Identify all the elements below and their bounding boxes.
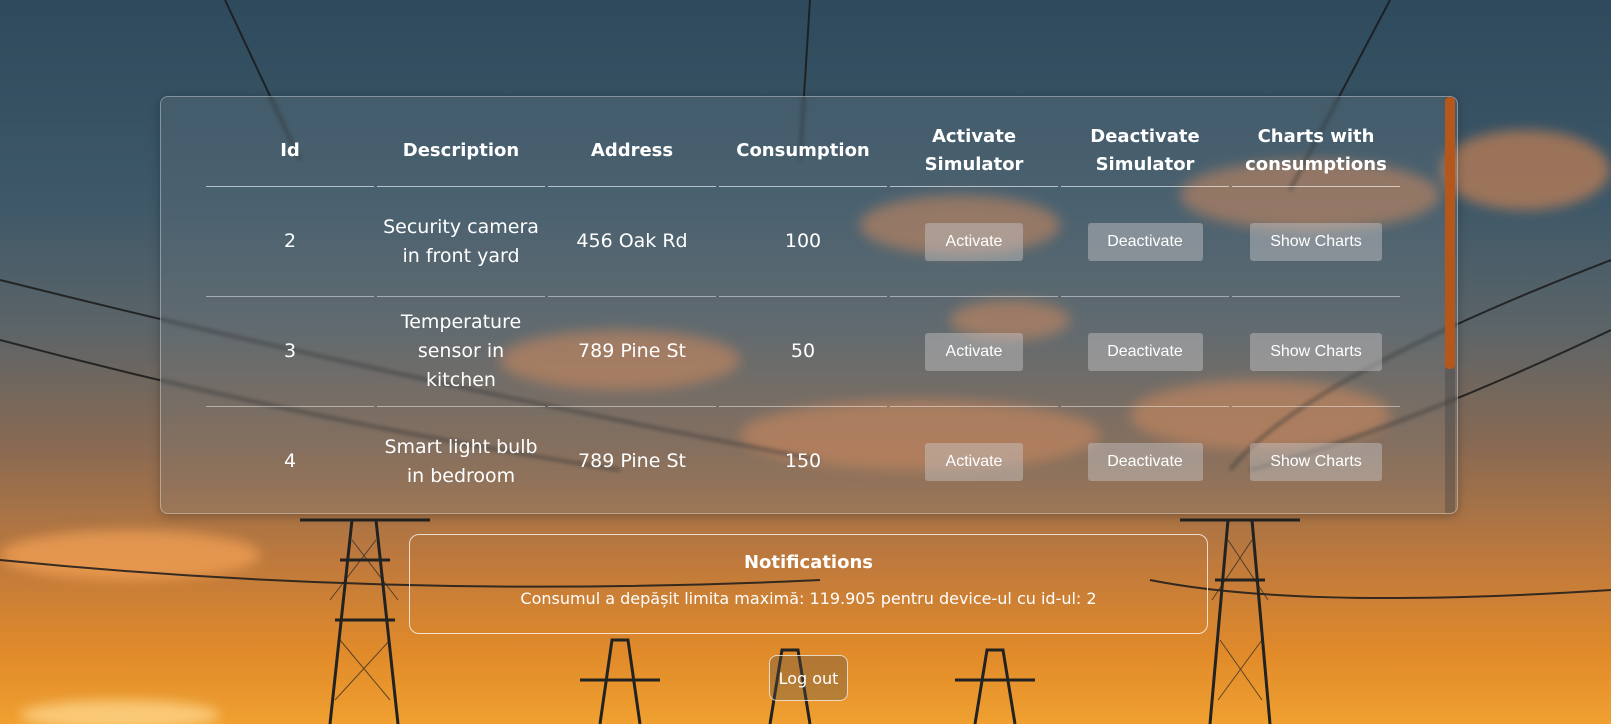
cell-description: Temperature sensor in kitchen [377,297,545,407]
deactivate-button[interactable]: Deactivate [1087,222,1203,261]
logout-button[interactable]: Log out [769,655,848,701]
header-deactivate-simulator: Deactivate Simulator [1061,115,1229,187]
cell-activate: Activate [890,407,1058,513]
devices-table-panel: Id Description Address Consumption Activ… [160,96,1458,514]
header-charts: Charts with consumptions [1232,115,1400,187]
header-deactivate-line2: Simulator [1095,153,1195,175]
cell-consumption: 150 [719,407,887,513]
header-charts-line2: consumptions [1245,153,1387,175]
cell-charts: Show Charts [1232,187,1400,297]
header-activate-line1: Activate [931,125,1017,147]
header-consumption: Consumption [719,115,887,187]
cell-consumption: 100 [719,187,887,297]
notifications-title: Notifications [743,552,874,573]
cell-id: 4 [206,407,374,513]
notifications-panel: Notifications Consumul a depășit limita … [409,534,1208,634]
header-address: Address [548,115,716,187]
cell-deactivate: Deactivate [1061,187,1229,297]
show-charts-button[interactable]: Show Charts [1250,442,1382,481]
cell-address: 789 Pine St [548,407,716,513]
cell-deactivate: Deactivate [1061,407,1229,513]
header-deactivate-line1: Deactivate [1090,125,1200,147]
activate-button[interactable]: Activate [925,442,1023,481]
cell-description: Smart light bulb in bedroom [377,407,545,513]
devices-table: Id Description Address Consumption Activ… [203,115,1403,513]
cell-description: Security camera in front yard [377,187,545,297]
cell-address: 789 Pine St [548,297,716,407]
header-description: Description [377,115,545,187]
show-charts-button[interactable]: Show Charts [1250,222,1382,261]
header-activate-simulator: Activate Simulator [890,115,1058,187]
activate-button[interactable]: Activate [925,332,1023,371]
table-header-row: Id Description Address Consumption Activ… [206,115,1400,187]
activate-button[interactable]: Activate [925,222,1023,261]
table-scrollbar[interactable] [1445,97,1455,513]
cell-address: 456 Oak Rd [548,187,716,297]
cell-charts: Show Charts [1232,407,1400,513]
header-activate-line2: Simulator [924,153,1024,175]
notification-message: Consumul a depășit limita maximă: 119.90… [520,589,1097,608]
cell-activate: Activate [890,297,1058,407]
table-row: 4 Smart light bulb in bedroom 789 Pine S… [206,407,1400,513]
header-charts-line1: Charts with [1257,125,1375,147]
table-row: 3 Temperature sensor in kitchen 789 Pine… [206,297,1400,407]
show-charts-button[interactable]: Show Charts [1250,332,1382,371]
cell-deactivate: Deactivate [1061,297,1229,407]
table-row: 2 Security camera in front yard 456 Oak … [206,187,1400,297]
cell-charts: Show Charts [1232,297,1400,407]
deactivate-button[interactable]: Deactivate [1087,442,1203,481]
cell-id: 2 [206,187,374,297]
scrollbar-thumb[interactable] [1445,97,1455,369]
deactivate-button[interactable]: Deactivate [1087,332,1203,371]
cell-consumption: 50 [719,297,887,407]
cell-activate: Activate [890,187,1058,297]
header-id: Id [206,115,374,187]
cell-id: 3 [206,297,374,407]
